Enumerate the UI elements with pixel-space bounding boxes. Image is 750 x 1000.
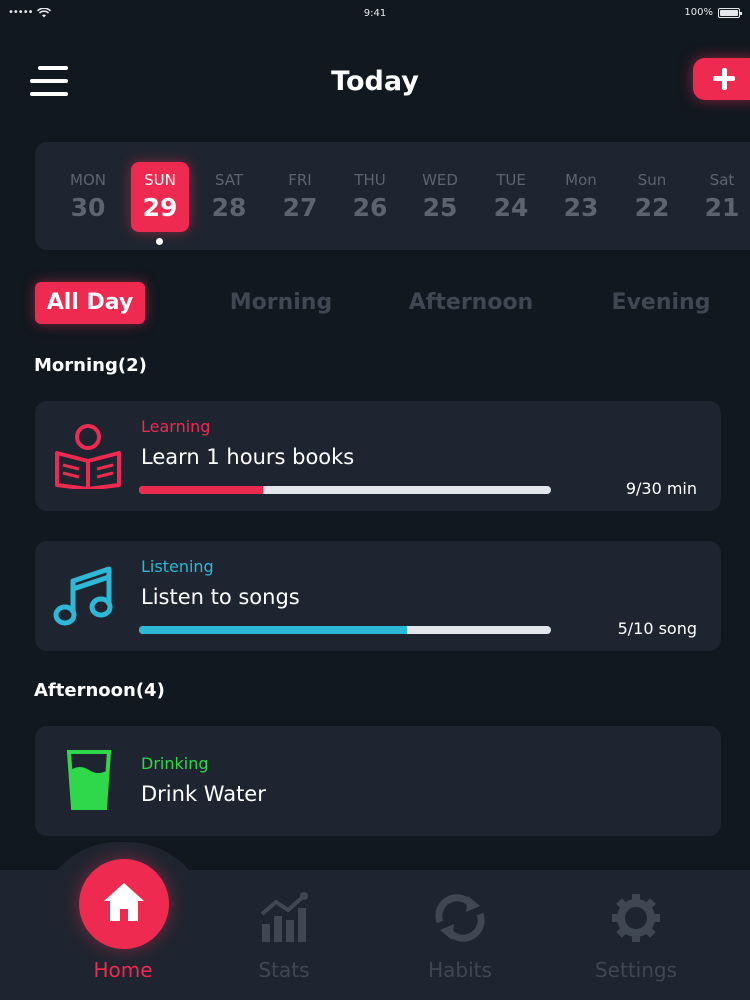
nav-label: Habits <box>428 958 492 982</box>
date-thu-26[interactable]: THU 26 <box>341 162 399 232</box>
day-number: 29 <box>142 193 178 222</box>
day-name: FRI <box>288 171 312 189</box>
habit-category: Listening <box>141 557 214 576</box>
reading-person-icon <box>55 424 121 489</box>
home-icon <box>104 883 144 921</box>
section-title-afternoon: Afternoon(4) <box>34 680 165 701</box>
day-number: 25 <box>422 193 458 222</box>
status-time: 9:41 <box>363 8 387 19</box>
day-number: 30 <box>70 193 106 222</box>
date-sun-29-selected[interactable]: SUN 29 <box>131 162 189 232</box>
gear-icon <box>612 894 660 942</box>
battery-icon <box>718 7 742 18</box>
stats-icon <box>260 892 308 942</box>
date-wed-25[interactable]: WED 25 <box>411 162 469 232</box>
habit-card-drinking[interactable]: Drinking Drink Water <box>35 726 721 836</box>
tab-evening[interactable]: Evening <box>605 282 717 324</box>
nav-label: Home <box>93 958 153 982</box>
section-title-morning: Morning(2) <box>34 355 147 376</box>
day-name: Sun <box>637 171 667 189</box>
date-fri-27[interactable]: FRI 27 <box>271 162 329 232</box>
nav-label: Settings <box>594 958 678 982</box>
date-sun-22[interactable]: Sun 22 <box>623 162 681 232</box>
nav-settings[interactable]: Settings <box>561 870 711 1000</box>
day-name: TUE <box>496 171 526 189</box>
battery-percent: 100% <box>684 7 713 18</box>
add-habit-button[interactable] <box>693 58 750 100</box>
day-name: Sat <box>709 171 735 189</box>
nav-label: Stats <box>258 958 310 982</box>
day-name: WED <box>422 171 458 189</box>
music-note-icon <box>53 566 113 626</box>
day-number: 24 <box>493 193 529 222</box>
selected-day-indicator <box>156 238 163 245</box>
page-title: Today <box>331 66 419 97</box>
habit-progress-fill <box>139 626 407 634</box>
day-number: 27 <box>282 193 318 222</box>
tab-afternoon[interactable]: Afternoon <box>405 282 537 324</box>
day-number: 28 <box>211 193 247 222</box>
status-bar: ••••• 9:41 100% <box>0 0 750 28</box>
habit-count: 9/30 min <box>625 479 697 498</box>
nav-stats[interactable]: Stats <box>209 870 359 1000</box>
habit-name: Listen to songs <box>141 585 300 609</box>
day-number: 21 <box>704 193 740 222</box>
habit-card-learning[interactable]: Learning Learn 1 hours books 9/30 min <box>35 401 721 511</box>
day-number: 22 <box>634 193 670 222</box>
date-tue-24[interactable]: TUE 24 <box>482 162 540 232</box>
day-name: Mon <box>565 171 597 189</box>
date-mon-23[interactable]: Mon 23 <box>552 162 610 232</box>
habit-category: Learning <box>141 417 211 436</box>
day-number: 26 <box>352 193 388 222</box>
tab-all-day[interactable]: All Day <box>35 282 145 324</box>
nav-habits[interactable]: Habits <box>385 870 535 1000</box>
habits-cycle-icon <box>435 894 485 942</box>
date-sat-21[interactable]: Sat 21 <box>693 162 750 232</box>
habit-card-listening[interactable]: Listening Listen to songs 5/10 song <box>35 541 721 651</box>
water-glass-icon <box>66 750 112 810</box>
day-name: MON <box>70 171 106 189</box>
habit-name: Drink Water <box>141 782 266 806</box>
habit-progress-bar <box>139 486 551 494</box>
day-name: SAT <box>214 171 244 189</box>
date-sat-28[interactable]: SAT 28 <box>200 162 258 232</box>
habit-progress-fill <box>139 486 263 494</box>
day-number: 23 <box>563 193 599 222</box>
habit-name: Learn 1 hours books <box>141 445 355 469</box>
day-name: SUN <box>144 171 176 189</box>
date-mon-30[interactable]: MON 30 <box>59 162 117 232</box>
tab-morning[interactable]: Morning <box>220 282 342 324</box>
date-strip[interactable]: MON 30 SUN 29 SAT 28 FRI 27 THU 26 WED 2… <box>35 142 750 250</box>
day-name: THU <box>354 171 386 189</box>
habit-count: 5/10 song <box>617 619 697 638</box>
habit-progress-bar <box>139 626 551 634</box>
home-button[interactable] <box>79 859 169 949</box>
habit-category: Drinking <box>141 754 209 773</box>
